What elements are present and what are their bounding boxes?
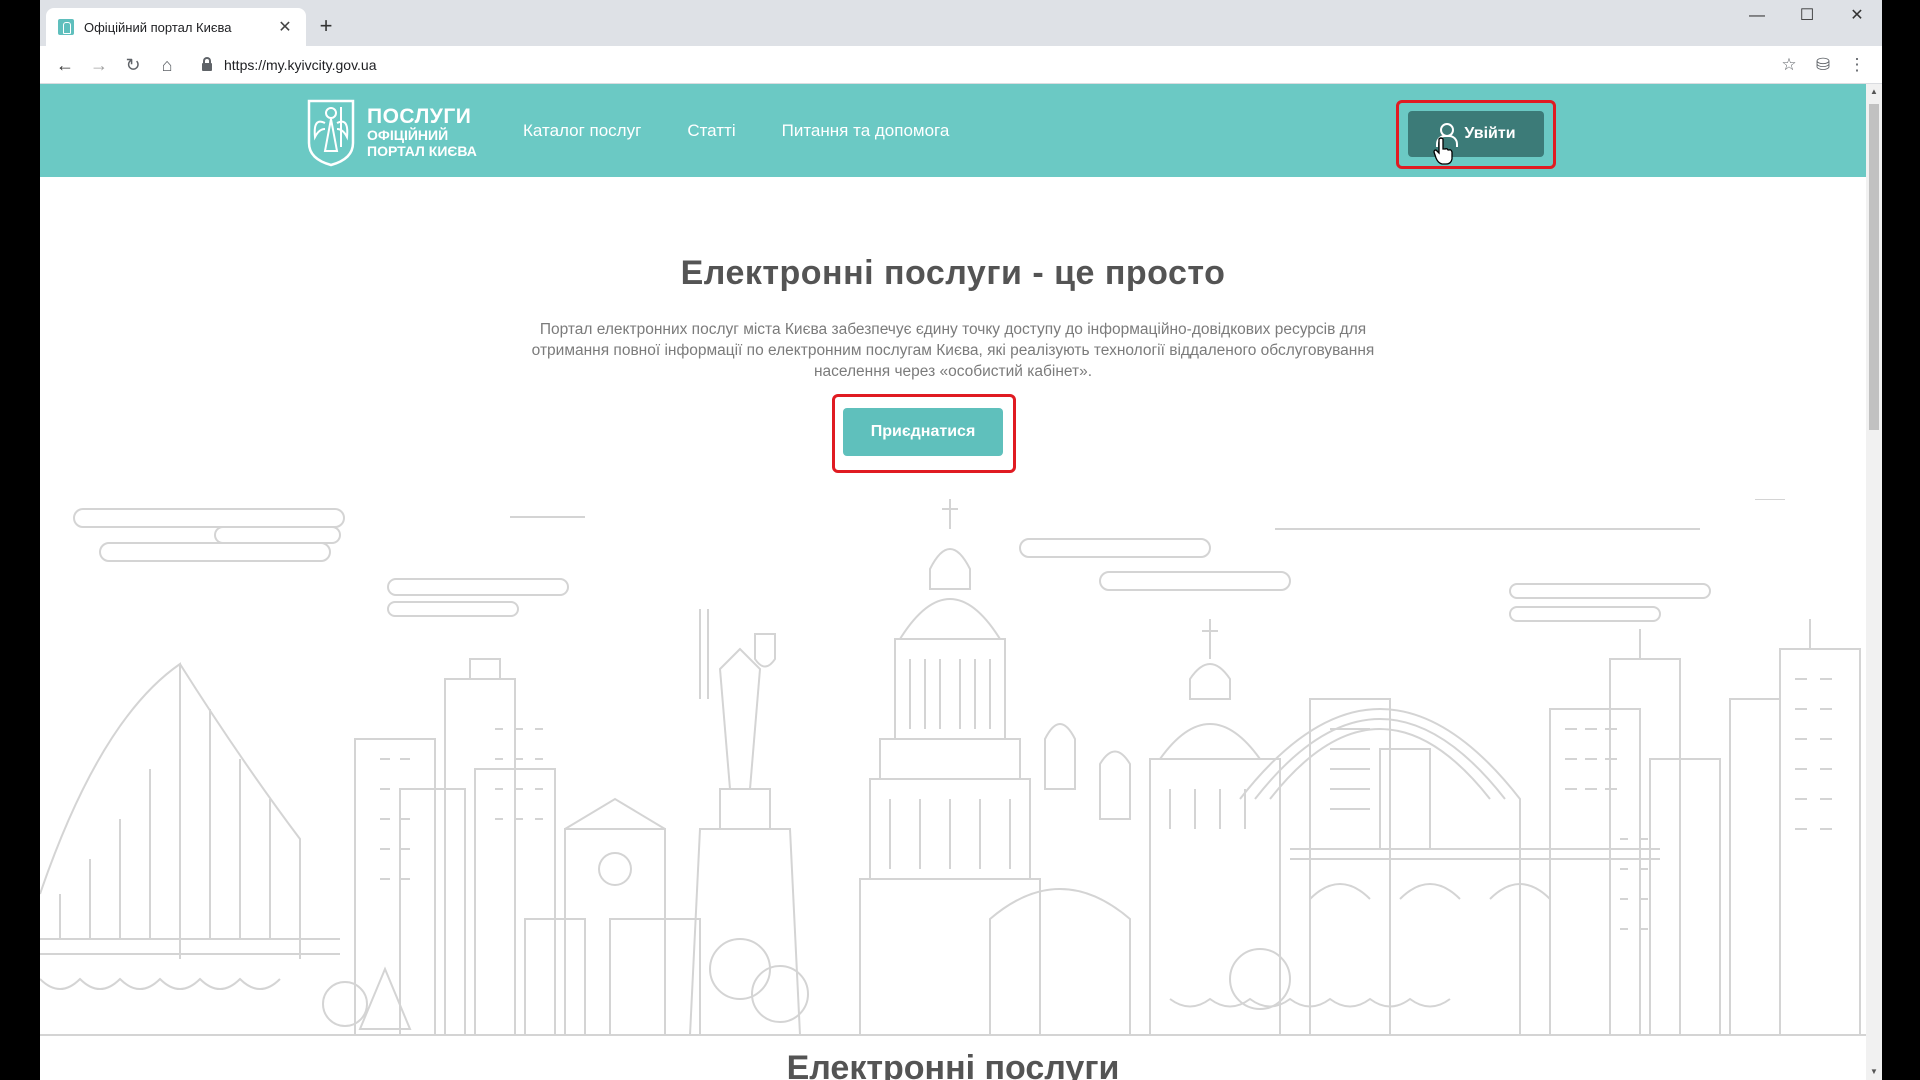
- page-scrollbar[interactable]: ▲ ▼: [1866, 84, 1882, 1080]
- join-highlight: Приєднатися: [832, 394, 1016, 473]
- forward-arrow-icon[interactable]: →: [82, 48, 116, 82]
- scroll-down-arrow-icon[interactable]: ▼: [1866, 1064, 1882, 1080]
- browser-tab[interactable]: Офіційний портал Києва ✕: [46, 8, 306, 46]
- page-viewport: ПОСЛУГИ ОФІЦІЙНИЙ ПОРТАЛ КИЄВА Каталог п…: [40, 84, 1866, 1080]
- minimize-button[interactable]: —: [1732, 0, 1782, 32]
- hero-title: Електронні послуги - це просто: [680, 254, 1226, 292]
- login-highlight: Увійти: [1396, 100, 1556, 169]
- maximize-button[interactable]: ☐: [1782, 0, 1832, 32]
- browser-toolbar: ← → ↻ ⌂ https://my.kyivcity.gov.ua ☆ ⛁ ⋮: [40, 46, 1882, 84]
- nav-link-help[interactable]: Питання та допомога: [782, 121, 950, 141]
- login-label: Увійти: [1464, 125, 1516, 142]
- lock-icon[interactable]: [202, 56, 212, 71]
- site-header: ПОСЛУГИ ОФІЦІЙНИЙ ПОРТАЛ КИЄВА Каталог п…: [40, 84, 1866, 177]
- tab-strip: Офіційний портал Києва ✕ + — ☐ ✕: [40, 0, 1882, 46]
- main-nav: Каталог послуг Статті Питання та допомог…: [523, 84, 995, 177]
- tab-title: Офіційний портал Києва: [84, 19, 232, 35]
- portal-logo[interactable]: ПОСЛУГИ ОФІЦІЙНИЙ ПОРТАЛ КИЄВА: [305, 97, 477, 167]
- logo-text: ПОСЛУГИ ОФІЦІЙНИЙ ПОРТАЛ КИЄВА: [367, 106, 477, 159]
- new-tab-button[interactable]: +: [312, 12, 340, 40]
- nav-link-catalog[interactable]: Каталог послуг: [523, 121, 641, 141]
- section-title: Електронні послуги: [786, 1049, 1120, 1080]
- logo-title: ПОСЛУГИ: [367, 104, 472, 128]
- kyiv-skyline-illustration: [40, 499, 1866, 1036]
- back-arrow-icon[interactable]: ←: [48, 48, 82, 82]
- window-close-button[interactable]: ✕: [1832, 0, 1882, 32]
- browser-menu-icon[interactable]: ⋮: [1840, 48, 1874, 82]
- home-icon[interactable]: ⌂: [150, 48, 184, 82]
- hero-description: Портал електронних послуг міста Києва за…: [531, 321, 1375, 380]
- nav-link-articles[interactable]: Статті: [687, 121, 735, 141]
- reload-icon[interactable]: ↻: [116, 48, 150, 82]
- url-text[interactable]: https://my.kyivcity.gov.ua: [224, 57, 377, 73]
- extension-icon[interactable]: ⛁: [1806, 48, 1840, 82]
- archangel-emblem-icon: [307, 99, 355, 167]
- login-button[interactable]: Увійти: [1408, 111, 1544, 157]
- scroll-thumb[interactable]: [1869, 104, 1879, 430]
- hand-cursor-icon: [1433, 137, 1453, 165]
- scroll-up-arrow-icon[interactable]: ▲: [1866, 84, 1882, 100]
- close-icon[interactable]: ✕: [276, 17, 294, 37]
- logo-subtitle-1: ОФІЦІЙНИЙ: [367, 126, 449, 143]
- join-button[interactable]: Приєднатися: [843, 408, 1003, 456]
- browser-window: Офіційний портал Києва ✕ + — ☐ ✕ ← → ↻ ⌂…: [40, 0, 1882, 1080]
- logo-subtitle-2: ПОРТАЛ КИЄВА: [367, 142, 477, 159]
- bookmark-star-icon[interactable]: ☆: [1772, 48, 1806, 82]
- site-favicon-icon: [58, 19, 74, 35]
- window-controls: — ☐ ✕: [1732, 0, 1882, 32]
- address-bar[interactable]: https://my.kyivcity.gov.ua: [194, 50, 1772, 80]
